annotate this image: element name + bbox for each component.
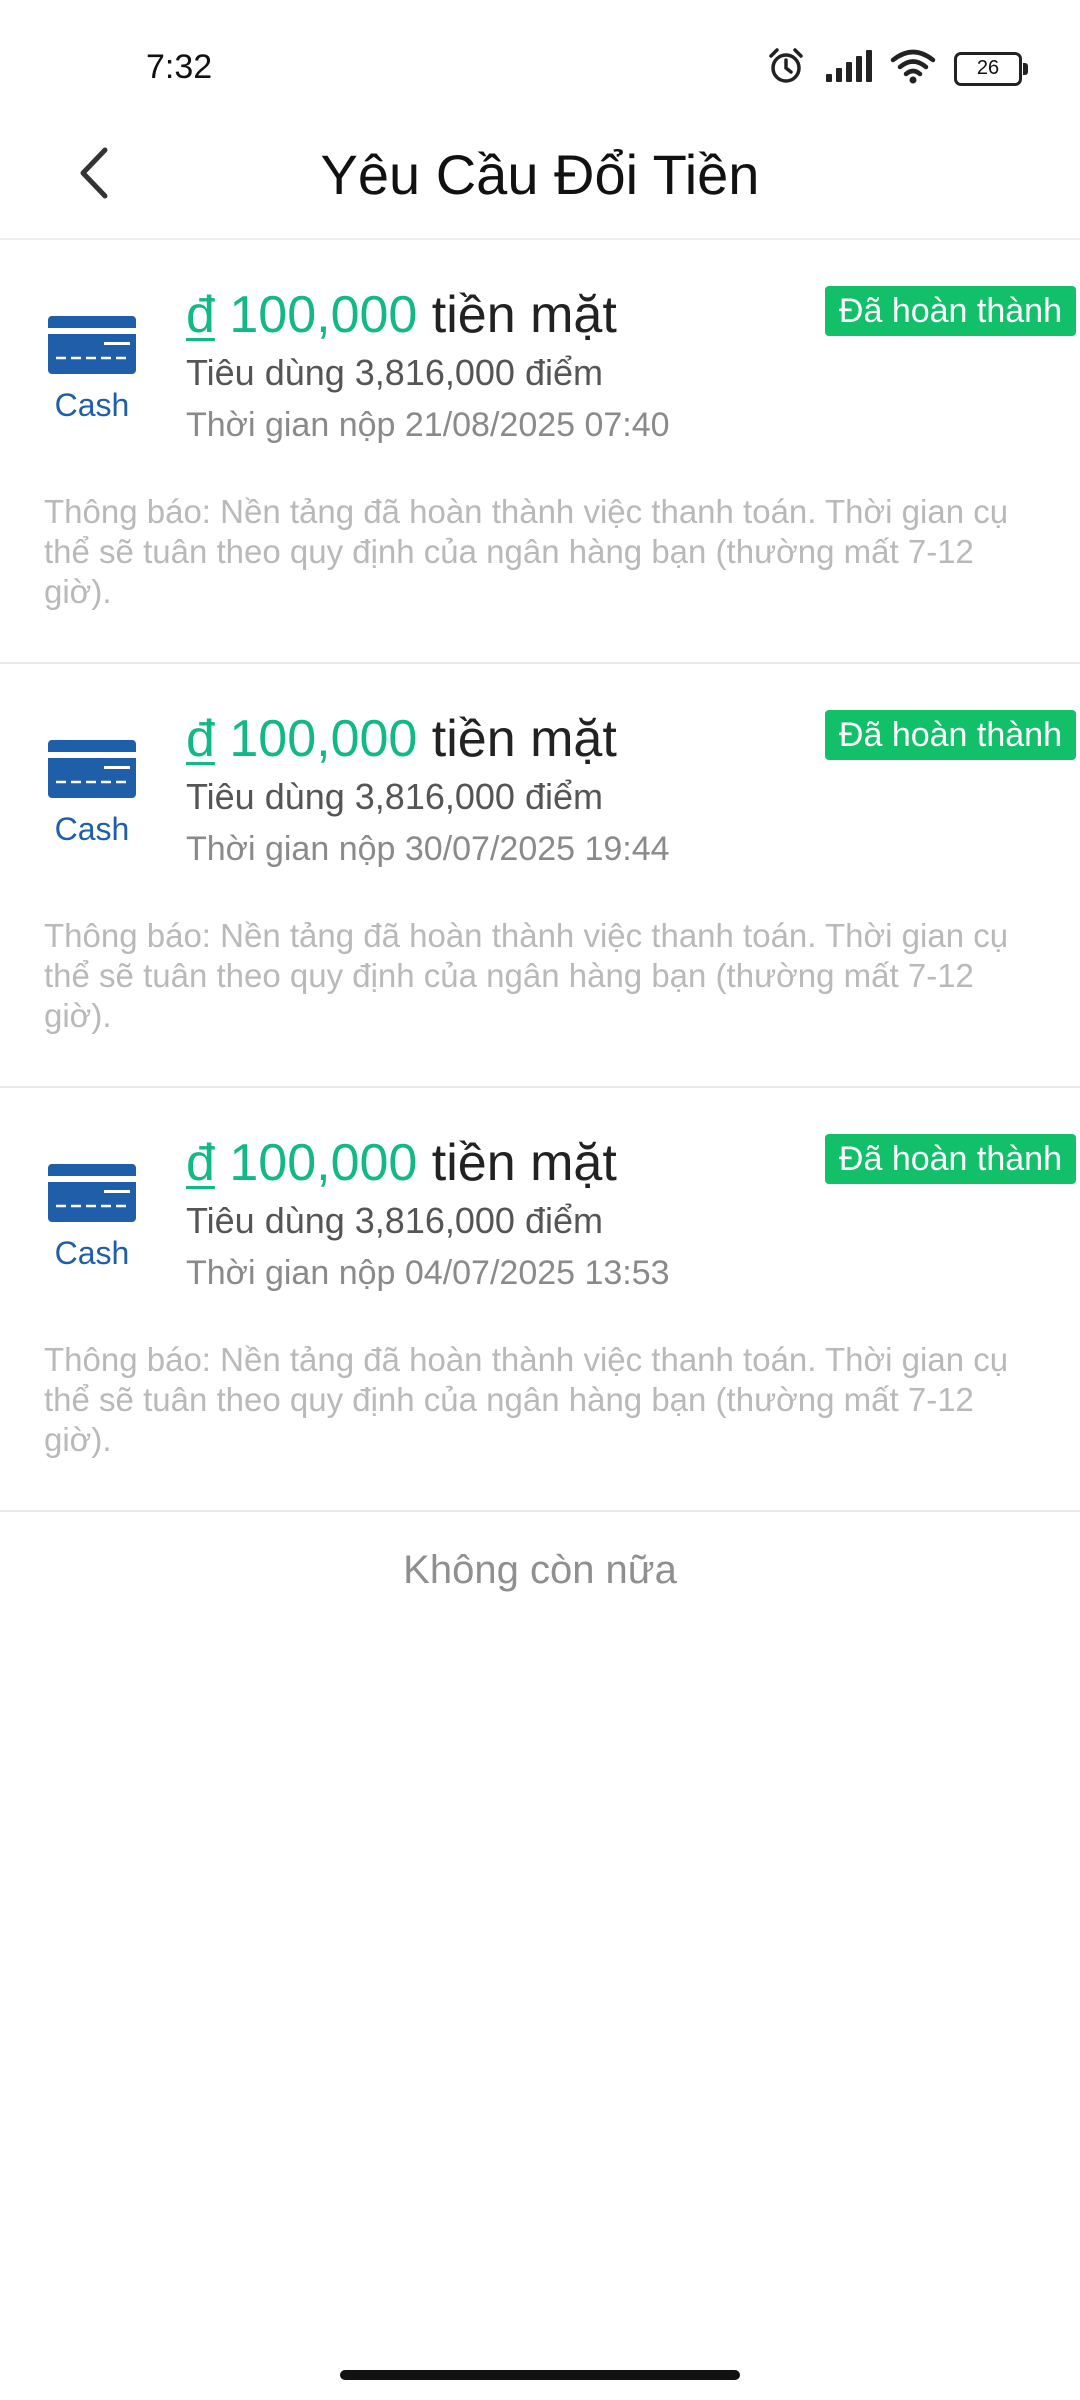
- amount-value: 100,000: [229, 286, 418, 344]
- status-badge: Đã hoàn thành: [824, 1134, 1076, 1184]
- cash-card-icon: Cash: [46, 1162, 138, 1272]
- exchange-request-list: Cash đ 100,000 tiền mặt Đã hoàn thành Ti…: [0, 240, 1080, 1512]
- battery-icon: 26: [954, 51, 1028, 86]
- alarm-icon: [766, 46, 806, 91]
- notice-text: Thông báo: Nền tảng đã hoàn thành việc t…: [44, 1341, 1009, 1458]
- header: Yêu Cầu Đổi Tiền: [0, 120, 1080, 240]
- amount-line: đ 100,000 tiền mặt: [186, 280, 617, 350]
- amount-line: đ 100,000 tiền mặt: [186, 704, 617, 774]
- amount-line: đ 100,000 tiền mặt: [186, 1128, 617, 1198]
- cash-type: tiền mặt: [431, 710, 617, 768]
- points-used: Tiêu dùng 3,816,000 điểm: [186, 776, 603, 817]
- cash-type: tiền mặt: [431, 286, 617, 344]
- currency-symbol: đ: [186, 710, 215, 768]
- points-used: Tiêu dùng 3,816,000 điểm: [186, 352, 603, 393]
- status-badge: Đã hoàn thành: [824, 710, 1076, 760]
- battery-level: 26: [976, 57, 1000, 79]
- status-icons: 26: [766, 46, 1028, 91]
- list-item[interactable]: Cash đ 100,000 tiền mặt Đã hoàn thành Ti…: [0, 1088, 1080, 1512]
- submit-time: Thời gian nộp 21/08/2025 07:40: [186, 406, 670, 444]
- list-item[interactable]: Cash đ 100,000 tiền mặt Đã hoàn thành Ti…: [0, 664, 1080, 1088]
- status-time: 7:32: [146, 48, 213, 86]
- cash-type: tiền mặt: [431, 1134, 617, 1192]
- signal-icon: [824, 48, 872, 89]
- cash-card-icon: Cash: [46, 314, 138, 424]
- currency-symbol: đ: [186, 286, 215, 344]
- page-title: Yêu Cầu Đổi Tiền: [320, 143, 760, 206]
- list-item[interactable]: Cash đ 100,000 tiền mặt Đã hoàn thành Ti…: [0, 240, 1080, 664]
- end-of-list-text: Không còn nữa: [403, 1548, 677, 1592]
- cash-label: Cash: [54, 1235, 130, 1271]
- wifi-icon: [890, 48, 936, 89]
- home-indicator[interactable]: [340, 2370, 740, 2380]
- status-bar: 7:32 26: [0, 0, 1080, 140]
- submit-time: Thời gian nộp 04/07/2025 13:53: [186, 1254, 670, 1292]
- submit-time: Thời gian nộp 30/07/2025 19:44: [186, 830, 670, 868]
- cash-label: Cash: [54, 387, 130, 423]
- currency-symbol: đ: [186, 1134, 215, 1192]
- amount-value: 100,000: [229, 710, 418, 768]
- notice-text: Thông báo: Nền tảng đã hoàn thành việc t…: [44, 917, 1009, 1034]
- cash-label: Cash: [54, 811, 130, 847]
- status-badge: Đã hoàn thành: [824, 286, 1076, 336]
- cash-card-icon: Cash: [46, 738, 138, 848]
- notice-text: Thông báo: Nền tảng đã hoàn thành việc t…: [44, 493, 1009, 610]
- points-used: Tiêu dùng 3,816,000 điểm: [186, 1200, 603, 1241]
- amount-value: 100,000: [229, 1134, 418, 1192]
